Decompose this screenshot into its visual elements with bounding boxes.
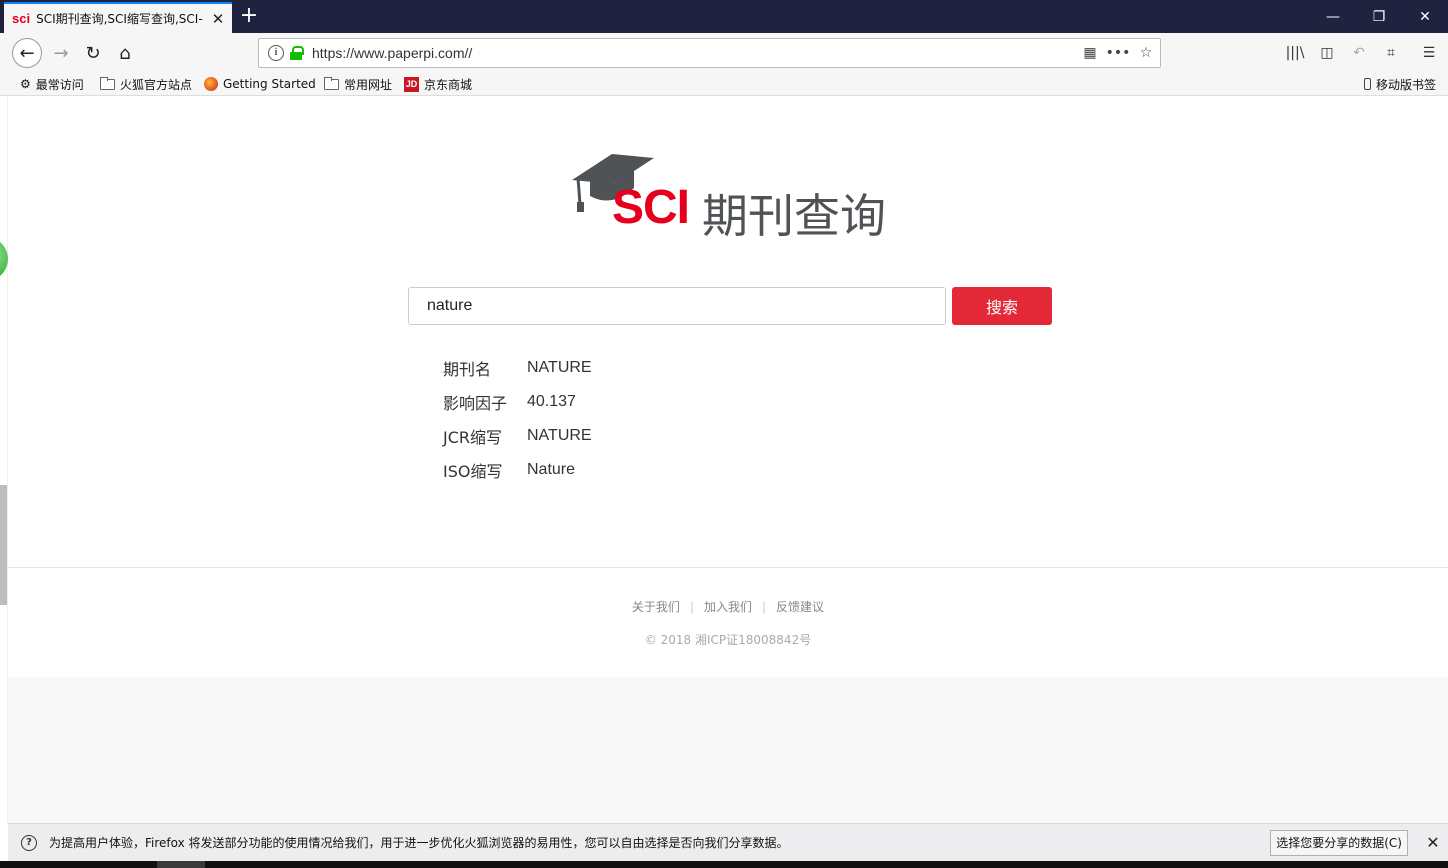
page-left-edge xyxy=(0,97,8,823)
taskbar-item[interactable] xyxy=(157,861,205,868)
bookmarks-toolbar: ⚙ 最常访问 火狐官方站点 Getting Started 常用网址 JD 京东商城… xyxy=(0,72,1448,96)
hamburger-menu-icon: ☰ xyxy=(1422,45,1436,61)
bookmark-label: 最常访问 xyxy=(35,77,84,92)
minimize-icon: — xyxy=(1326,8,1340,25)
taskbar xyxy=(0,861,1448,868)
scroll-handle[interactable] xyxy=(0,485,7,605)
footer-link-about[interactable]: 关于我们 xyxy=(632,600,680,614)
info-icon[interactable]: i xyxy=(268,45,284,61)
footer-separator: | xyxy=(762,600,767,614)
gear-icon: ⚙ xyxy=(20,77,31,91)
result-value: 40.137 xyxy=(527,393,576,410)
bookmark-firefox-official[interactable]: 火狐官方站点 xyxy=(100,75,192,93)
qr-code-icon[interactable]: ▦ xyxy=(1076,45,1104,61)
restore-icon: ❐ xyxy=(1372,8,1386,25)
mobile-bookmarks[interactable]: 移动版书签 xyxy=(1364,75,1436,93)
arrow-left-icon: ← xyxy=(19,42,35,64)
result-row: 影响因子 40.137 xyxy=(443,385,592,419)
bookmark-most-visited[interactable]: ⚙ 最常访问 xyxy=(20,75,84,93)
bookmark-common-sites[interactable]: 常用网址 xyxy=(324,75,392,93)
bookmark-label: 常用网址 xyxy=(344,77,393,92)
back-button[interactable]: ← xyxy=(12,38,42,68)
folder-icon xyxy=(100,76,115,90)
logo-title: 期刊查询 xyxy=(702,189,886,243)
undo-button[interactable]: ↶ xyxy=(1344,38,1374,68)
minimize-button[interactable]: — xyxy=(1310,0,1356,33)
close-window-button[interactable]: ✕ xyxy=(1402,0,1448,33)
result-label: JCR缩写 xyxy=(443,428,503,447)
result-value: Nature xyxy=(527,461,576,478)
bookmark-label: Getting Started xyxy=(223,77,316,91)
home-icon: ⌂ xyxy=(119,42,131,64)
arrow-right-icon: → xyxy=(53,42,69,64)
forward-button[interactable]: → xyxy=(46,38,76,68)
bookmark-jd[interactable]: JD 京东商城 xyxy=(404,75,472,93)
library-button[interactable]: |||\ xyxy=(1280,38,1310,68)
footer-links: 关于我们 | 加入我们 | 反馈建议 xyxy=(8,598,1448,615)
sidebar-button[interactable]: ◫ xyxy=(1312,38,1342,68)
result-list: 期刊名 NATURE 影响因子 40.137 JCR缩写 NATURE ISO缩… xyxy=(443,351,592,487)
result-row: 期刊名 NATURE xyxy=(443,351,592,385)
bookmark-star-icon[interactable]: ☆ xyxy=(1132,45,1160,61)
tab-title: SCI期刊查询,SCI缩写查询,SCI- xyxy=(36,12,203,26)
search-button[interactable]: 搜索 xyxy=(952,287,1052,325)
result-row: ISO缩写 Nature xyxy=(443,453,592,487)
footer-separator: | xyxy=(689,600,694,614)
folder-icon xyxy=(324,76,339,90)
bookmark-label: 京东商城 xyxy=(424,77,473,92)
screenshot-button[interactable]: ⌗ xyxy=(1376,38,1406,68)
firefox-icon xyxy=(204,77,218,91)
bookmark-getting-started[interactable]: Getting Started xyxy=(204,75,316,93)
title-bar: sci SCI期刊查询,SCI缩写查询,SCI- ✕ + — ❐ ✕ xyxy=(0,0,1448,33)
page-content: SCI 期刊查询 搜索 期刊名 NATURE 影响因子 40.137 JCR缩写… xyxy=(8,97,1448,823)
site-logo[interactable]: SCI 期刊查询 xyxy=(568,152,903,243)
new-tab-button[interactable]: + xyxy=(238,4,260,28)
logo-brand: SCI xyxy=(612,181,690,234)
more-actions-icon[interactable]: ••• xyxy=(1104,45,1132,61)
navigation-toolbar: ← → ↻ ⌂ i https://www.paperpi.com// ▦ ••… xyxy=(0,33,1448,72)
home-button[interactable]: ⌂ xyxy=(110,38,140,68)
browser-tab[interactable]: sci SCI期刊查询,SCI缩写查询,SCI- ✕ xyxy=(4,2,232,33)
notification-text: 为提高用户体验，Firefox 将发送部分功能的使用情况给我们，用于进一步优化火… xyxy=(49,836,789,850)
undo-icon: ↶ xyxy=(1353,45,1365,61)
bookmark-label: 火狐官方站点 xyxy=(120,77,193,92)
footer-link-feedback[interactable]: 反馈建议 xyxy=(776,600,824,614)
notification-bar: ? 为提高用户体验，Firefox 将发送部分功能的使用情况给我们，用于进一步优… xyxy=(8,823,1448,861)
url-bar[interactable]: i https://www.paperpi.com// ▦ ••• ☆ xyxy=(258,38,1161,68)
result-label: 期刊名 xyxy=(443,360,492,379)
close-icon: ✕ xyxy=(1419,8,1431,25)
share-data-button[interactable]: 选择您要分享的数据(C) xyxy=(1270,829,1408,856)
footer-divider xyxy=(8,567,1448,568)
search-input[interactable] xyxy=(408,287,946,325)
menu-button[interactable]: ☰ xyxy=(1414,38,1444,68)
page-bottom-area xyxy=(8,677,1448,823)
sidebar-icon: ◫ xyxy=(1320,45,1334,61)
library-icon: |||\ xyxy=(1285,45,1305,61)
result-row: JCR缩写 NATURE xyxy=(443,419,592,453)
result-value: NATURE xyxy=(527,427,592,444)
jd-icon: JD xyxy=(404,76,419,92)
bookmark-label: 移动版书签 xyxy=(1376,77,1437,92)
footer-copyright: © 2018 湘ICP证18008842号 xyxy=(644,633,812,647)
tab-close-icon[interactable]: ✕ xyxy=(210,10,226,28)
restore-button[interactable]: ❐ xyxy=(1356,0,1402,33)
footer-link-join[interactable]: 加入我们 xyxy=(704,600,752,614)
mobile-icon xyxy=(1364,78,1371,90)
crop-icon: ⌗ xyxy=(1387,45,1395,61)
tab-favicon-icon: sci xyxy=(12,11,31,26)
reload-button[interactable]: ↻ xyxy=(78,38,108,68)
result-label: 影响因子 xyxy=(443,394,508,413)
lock-icon[interactable] xyxy=(290,46,304,60)
help-icon: ? xyxy=(21,834,37,851)
result-value: NATURE xyxy=(527,359,592,376)
notification-close-icon[interactable]: ✕ xyxy=(1418,833,1448,852)
result-label: ISO缩写 xyxy=(443,462,503,481)
reload-icon: ↻ xyxy=(85,42,101,64)
floating-widget-icon[interactable] xyxy=(0,237,8,281)
url-text[interactable]: https://www.paperpi.com// xyxy=(312,45,1076,61)
